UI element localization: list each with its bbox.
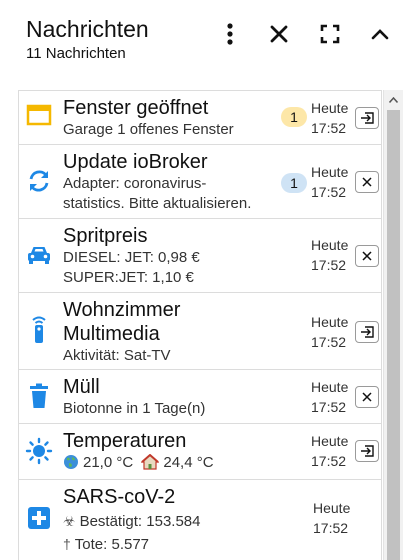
fullscreen-button[interactable]	[318, 22, 342, 46]
remote-icon	[25, 315, 53, 343]
open-button[interactable]	[355, 440, 379, 462]
open-icon	[361, 445, 374, 457]
outside-temperature: 21,0 °C	[83, 454, 134, 471]
panel-title: Nachrichten	[26, 16, 149, 42]
message-body: Garage 1 offenes Fenster	[63, 121, 234, 138]
message-body-line2: SUPER:JET: 1,10 €	[63, 269, 194, 286]
message-list: Fenster geöffnet Garage 1 offenes Fenste…	[18, 90, 382, 560]
time-clock: 17:52	[311, 257, 347, 273]
close-icon	[362, 177, 372, 187]
panel-header: Nachrichten 11 Nachrichten	[0, 0, 406, 88]
open-button[interactable]	[355, 321, 379, 343]
list-item: Wohnzimmer Multimedia Aktivität: Sat-TV …	[18, 292, 382, 369]
count-badge: 1	[281, 173, 307, 193]
confirmed-count: Bestätigt: 153.584	[79, 513, 201, 530]
time-clock: 17:52	[311, 399, 347, 415]
list-item: Spritpreis DIESEL: JET: 0,98 € SUPER:JET…	[18, 218, 382, 292]
list-item: Fenster geöffnet Garage 1 offenes Fenste…	[18, 90, 382, 144]
fullscreen-icon	[320, 24, 340, 44]
chevron-up-icon	[389, 97, 398, 103]
open-icon	[361, 112, 374, 124]
list-item: Müll Biotonne in 1 Tage(n) Heute 17:52	[18, 369, 382, 423]
close-icon	[362, 392, 372, 402]
inside-temperature: 24,4 °C	[163, 454, 214, 471]
scroll-up-button[interactable]	[384, 92, 403, 108]
message-count: 11 Nachrichten	[26, 45, 126, 62]
sun-icon	[25, 437, 53, 465]
time-day: Heute	[311, 237, 349, 253]
time-clock: 17:52	[311, 120, 347, 136]
trash-icon	[25, 382, 53, 410]
globe-icon	[64, 455, 78, 469]
time-day: Heute	[311, 433, 349, 449]
list-item: Temperaturen 21,0 °C 24,4 °C Heute 17:52	[18, 423, 382, 479]
time-day: Heute	[313, 500, 351, 516]
medical-cross-icon	[25, 504, 53, 532]
list-item: Update ioBroker Adapter: coronavirus- st…	[18, 144, 382, 218]
message-title: Update ioBroker	[63, 151, 208, 173]
more-menu-button[interactable]	[218, 22, 242, 46]
close-icon	[362, 251, 372, 261]
message-title: Temperaturen	[63, 430, 187, 452]
sync-icon	[25, 167, 53, 195]
time-day: Heute	[311, 164, 349, 180]
message-body: 21,0 °C 24,4 °C	[63, 453, 283, 473]
close-panel-button[interactable]	[267, 22, 291, 46]
open-button[interactable]	[355, 107, 379, 129]
count-badge: 1	[281, 107, 307, 127]
scrollbar[interactable]	[383, 90, 403, 560]
message-body: Aktivität: Sat-TV	[63, 347, 171, 364]
message-title: SARS-coV-2	[63, 486, 176, 508]
message-body-line1: DIESEL: JET: 0,98 €	[63, 249, 200, 266]
more-vertical-icon	[227, 23, 233, 45]
house-icon	[141, 454, 160, 470]
list-item: SARS-coV-2 ☣ Bestätigt: 153.584 † Tote: 5.…	[18, 479, 382, 560]
time-clock: 17:52	[311, 334, 347, 350]
time-clock: 17:52	[311, 453, 347, 469]
message-title-line1: Wohnzimmer	[63, 299, 181, 321]
dismiss-button[interactable]	[355, 386, 379, 408]
confirmed-line: ☣ Bestätigt: 153.584	[63, 511, 283, 532]
biohazard-icon: ☣	[63, 513, 76, 529]
message-title: Müll	[63, 376, 100, 398]
message-title: Fenster geöffnet	[63, 97, 209, 119]
time-clock: 17:52	[311, 184, 347, 200]
deaths-count: Tote: 5.577	[74, 536, 150, 553]
time-day: Heute	[311, 100, 349, 116]
open-icon	[361, 326, 374, 338]
dismiss-button[interactable]	[355, 171, 379, 193]
message-body: Biotonne in 1 Tage(n)	[63, 400, 206, 417]
time-clock: 17:52	[313, 520, 349, 536]
chevron-up-icon	[371, 29, 389, 40]
scrollbar-thumb[interactable]	[387, 110, 400, 560]
car-icon	[25, 241, 53, 269]
close-icon	[270, 25, 288, 43]
message-body-line1: Adapter: coronavirus-	[63, 175, 207, 192]
message-body-line2: statistics. Bitte aktualisieren.	[63, 195, 252, 212]
message-title: Spritpreis	[63, 225, 148, 247]
deaths-line: † Tote: 5.577	[63, 534, 283, 555]
dagger-icon: †	[63, 536, 71, 552]
message-title-line2: Multimedia	[63, 323, 160, 345]
window-icon	[25, 101, 53, 129]
time-day: Heute	[311, 314, 349, 330]
dismiss-button[interactable]	[355, 245, 379, 267]
time-day: Heute	[311, 379, 349, 395]
collapse-button[interactable]	[368, 22, 392, 46]
